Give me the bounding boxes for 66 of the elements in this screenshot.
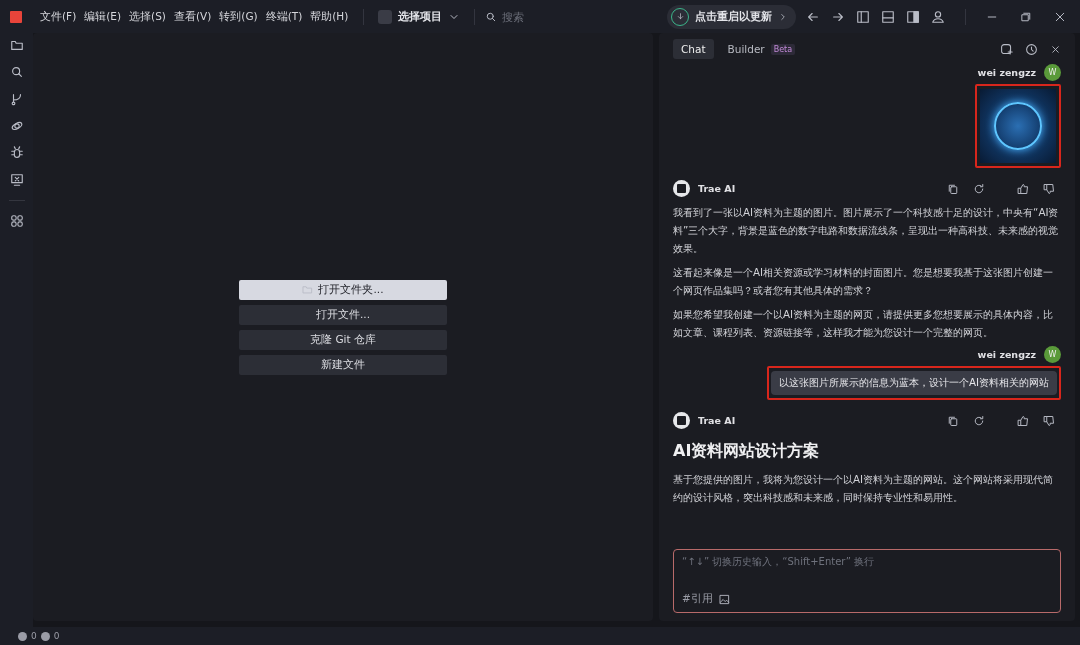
restore-icon[interactable] [1020,10,1032,23]
thumbs-up-icon[interactable] [1017,182,1029,195]
thumbs-up-icon[interactable] [1017,414,1029,427]
user-avatar: W [1044,64,1061,81]
response-heading: AI资料网站设计方案 [673,441,821,462]
menu-item[interactable]: 转到(G) [216,6,261,27]
menu-item[interactable]: 帮助(H) [307,6,352,27]
branch-icon[interactable] [9,92,24,106]
chat-tab[interactable]: Chat [673,39,714,59]
menu-item[interactable]: 文件(F) [37,6,80,27]
assistant-name: Trae AI [698,415,736,426]
menu-item[interactable]: 查看(V) [170,6,215,27]
editor-action-button[interactable]: 克隆 Git 仓库 [239,329,447,350]
extensions-icon[interactable] [9,214,24,228]
warning-count[interactable]: 0 [53,631,60,641]
app-logo [10,10,22,23]
right-panel-icon[interactable] [906,9,920,24]
left-panel-icon[interactable] [856,9,870,24]
project-selector[interactable]: 选择项目 [374,6,465,27]
assistant-name: Trae AI [698,183,736,194]
folder-icon[interactable] [9,38,24,52]
close-icon[interactable] [1054,10,1066,23]
refresh-icon[interactable] [973,182,985,195]
editor-action-button[interactable]: 新建文件 [239,354,447,375]
reference-button[interactable]: #引用 [682,592,713,606]
response-paragraph: 这看起来像是一个AI相关资源或学习材料的封面图片。您是想要我基于这张图片创建一个网页作品集吗？或者您有其他具体的需求？ [673,265,1055,298]
folder-icon [302,284,314,295]
bug-icon[interactable] [9,146,24,160]
copy-icon[interactable] [947,414,959,427]
new-chat-icon[interactable] [1000,42,1013,56]
image-icon[interactable] [718,593,730,605]
update-button[interactable]: 点击重启以更新 [667,4,796,29]
response-paragraph: 如果您希望我创建一个以AI资料为主题的网页，请提供更多您想要展示的具体内容，比如文章、课程列表、资源链接等，这样我才能为您设计一个完整的网页。 [673,307,1055,340]
menu-item[interactable]: 选择(S) [126,6,169,27]
error-icon [18,631,27,641]
menu-item[interactable]: 编辑(E) [81,6,125,27]
user-name: wei zengzz [977,349,1036,360]
search-icon [485,10,498,23]
menu-item[interactable]: 终端(T) [262,6,306,27]
orbit-icon[interactable] [9,119,24,133]
bottom-panel-icon[interactable] [881,9,895,24]
chat-tab[interactable]: Builder Beta [719,39,804,59]
beta-badge: Beta [770,43,796,55]
user-avatar: W [1044,346,1061,363]
search-field[interactable]: 搜索 [497,10,623,23]
editor-action-button[interactable]: 打开文件... [239,304,447,325]
response-paragraph: 基于您提供的图片，我将为您设计一个以AI资料为主题的网站。这个网站将采用现代简约的设计风格，突出科技感和未来感，同时保持专业性和易用性。 [673,472,1055,505]
monitor-icon[interactable] [9,173,24,187]
warning-icon [40,631,50,641]
account-icon[interactable] [931,9,945,24]
search-icon[interactable] [9,65,24,79]
assistant-avatar [673,180,690,197]
refresh-icon[interactable] [973,414,985,427]
error-count[interactable]: 0 [31,631,37,641]
chevron-right-icon [778,11,788,22]
response-paragraph: 我看到了一张以AI资料为主题的图片。图片展示了一个科技感十足的设计，中央有“AI资料”三个大字，背景是蓝色的数字电路和数据流线条，呈现出一种高科技、未来感的视觉效果。 [673,205,1060,256]
copy-icon[interactable] [947,182,959,195]
chat-input[interactable]: “↑↓” 切换历史输入，“Shift+Enter” 换行 [682,556,1052,567]
assistant-avatar [673,412,690,429]
editor-action-button[interactable]: 打开文件夹... [239,279,447,300]
download-icon [675,12,685,21]
thumbs-down-icon[interactable] [1043,182,1055,195]
user-message: 以这张图片所展示的信息为蓝本，设计一个AI资料相关的网站 [770,371,1057,395]
thumbs-down-icon[interactable] [1043,414,1055,427]
history-icon[interactable] [1025,42,1038,56]
user-name: wei zengzz [977,67,1036,78]
